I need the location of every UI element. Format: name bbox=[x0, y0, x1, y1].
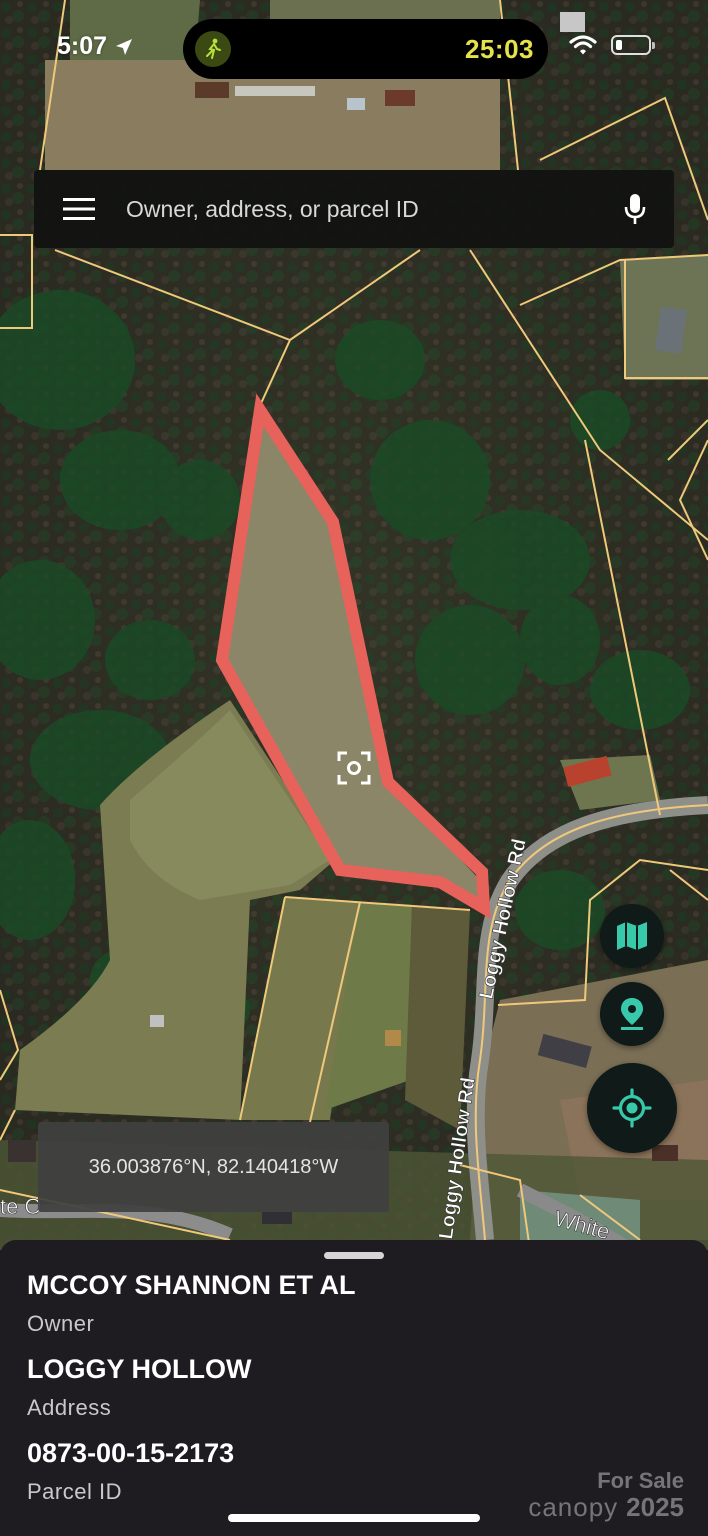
status-time-text: 5:07 bbox=[57, 32, 108, 60]
dynamic-island[interactable]: 25:03 bbox=[183, 19, 548, 79]
status-indicators bbox=[569, 34, 655, 56]
address-label: Address bbox=[27, 1395, 112, 1420]
watermark-year: 2025 bbox=[626, 1492, 684, 1522]
hamburger-menu-icon[interactable] bbox=[34, 170, 124, 248]
owner-label: Owner bbox=[27, 1311, 95, 1336]
app-activity-icon bbox=[195, 31, 231, 67]
battery-level bbox=[616, 40, 622, 50]
address-value: LOGGY HOLLOW bbox=[27, 1354, 252, 1384]
activity-timer: 25:03 bbox=[465, 34, 534, 64]
road-label-white-left: te O bbox=[0, 1194, 42, 1219]
location-arrow-icon bbox=[116, 38, 133, 55]
map-layers-icon bbox=[617, 922, 647, 950]
search-input[interactable] bbox=[126, 195, 596, 223]
sheet-drag-handle[interactable] bbox=[324, 1252, 384, 1259]
gps-crosshair-icon bbox=[612, 1088, 652, 1128]
app-screen: Loggy Hollow Rd Loggy Hollow Rd White te… bbox=[0, 0, 708, 1536]
parcel-id-value: 0873-00-15-2173 bbox=[27, 1438, 235, 1468]
watermark-for-sale: For Sale bbox=[597, 1468, 684, 1493]
owner-value: MCCOY SHANNON ET AL bbox=[27, 1270, 356, 1300]
battery-icon bbox=[611, 35, 655, 55]
microphone-icon[interactable] bbox=[596, 170, 674, 248]
coordinates-readout[interactable]: 36.003876°N, 82.140418°W bbox=[38, 1122, 389, 1212]
parcel-info-sheet[interactable]: MCCOY SHANNON ET AL Owner LOGGY HOLLOW A… bbox=[0, 1240, 708, 1536]
map-layers-button[interactable] bbox=[600, 904, 664, 968]
drop-pin-button[interactable] bbox=[600, 982, 664, 1046]
center-focus-icon bbox=[337, 751, 371, 785]
home-indicator[interactable] bbox=[228, 1514, 480, 1522]
status-time: 5:07 bbox=[57, 32, 133, 61]
parcel-id-label: Parcel ID bbox=[27, 1479, 122, 1504]
locate-me-button[interactable] bbox=[587, 1063, 677, 1153]
watermark-brand: canopy bbox=[528, 1492, 619, 1522]
location-pin-icon bbox=[621, 998, 643, 1030]
search-bar bbox=[34, 170, 674, 248]
wifi-icon bbox=[569, 35, 597, 55]
listing-watermark: For Sale canopy 2025 bbox=[528, 1468, 684, 1522]
coordinates-text: 36.003876°N, 82.140418°W bbox=[88, 1155, 339, 1178]
